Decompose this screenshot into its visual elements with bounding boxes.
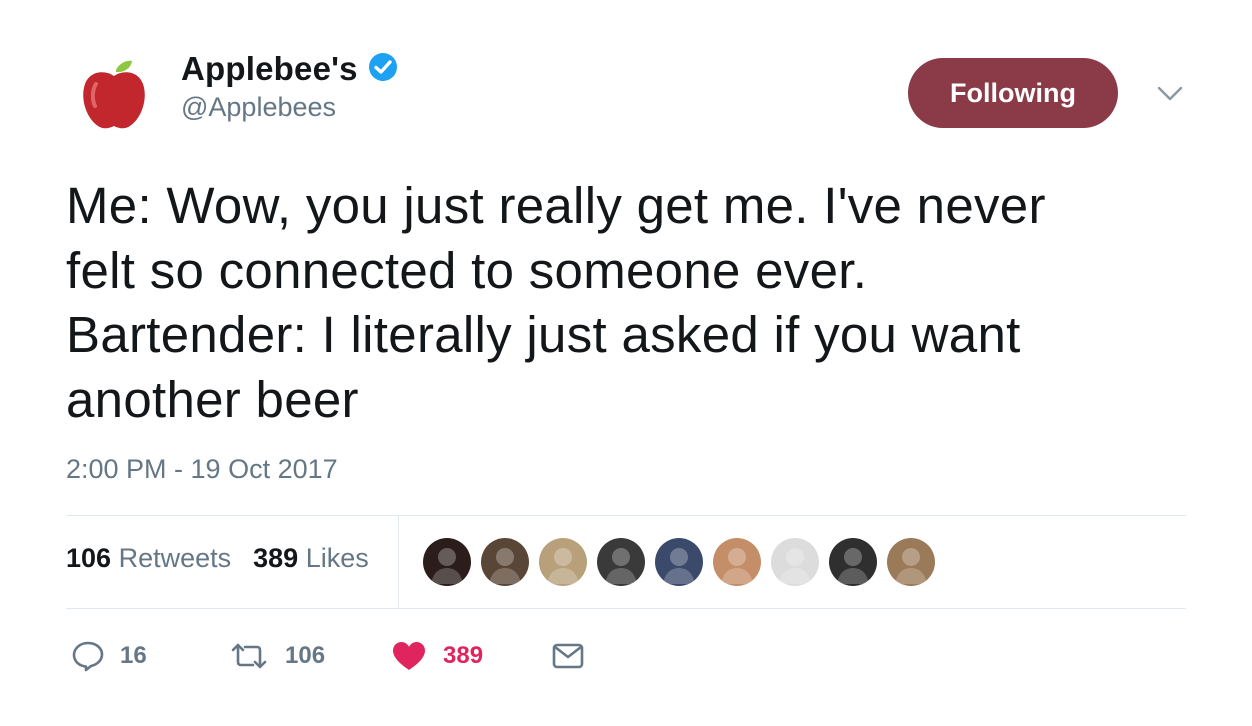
- user-avatar-icon: [547, 548, 579, 584]
- reply-count: 16: [120, 642, 147, 669]
- user-avatar-icon: [431, 548, 463, 584]
- liker-avatar[interactable]: [539, 538, 587, 586]
- apple-logo-icon: [83, 60, 145, 129]
- user-avatar-icon: [895, 548, 927, 584]
- user-avatar-icon: [837, 548, 869, 584]
- stats-divider: [398, 515, 399, 609]
- liker-avatar[interactable]: [713, 538, 761, 586]
- divider: [66, 515, 1186, 516]
- user-avatar-icon: [721, 548, 753, 584]
- reply-icon: [72, 641, 104, 672]
- envelope-icon: [552, 643, 584, 669]
- tweet-text-line: Me: Wow, you just really get me. I've ne…: [66, 177, 1046, 234]
- likes-stat[interactable]: 389 Likes: [253, 543, 369, 573]
- liker-avatar[interactable]: [597, 538, 645, 586]
- heart-icon: [393, 642, 425, 670]
- tweet-text-line: felt so connected to someone ever.: [66, 241, 868, 299]
- direct-message-button[interactable]: [552, 634, 584, 678]
- following-button[interactable]: Following: [908, 58, 1118, 128]
- retweets-count: 106: [66, 543, 112, 573]
- tweet-text-line: another beer: [66, 370, 359, 428]
- liker-avatar[interactable]: [481, 538, 529, 586]
- user-avatar-icon: [779, 548, 811, 584]
- likes-label: Likes: [305, 543, 369, 573]
- user-handle[interactable]: @Applebees: [181, 92, 398, 123]
- likes-count: 389: [253, 543, 299, 573]
- liker-avatar[interactable]: [771, 538, 819, 586]
- liker-avatar[interactable]: [829, 538, 877, 586]
- tweet-timestamp[interactable]: 2:00 PM - 19 Oct 2017: [66, 454, 338, 485]
- display-name[interactable]: Applebee's: [181, 50, 358, 88]
- retweets-stat[interactable]: 106 Retweets: [66, 543, 231, 573]
- avatar[interactable]: [76, 56, 152, 132]
- liker-avatar[interactable]: [423, 538, 471, 586]
- chevron-down-icon[interactable]: [1156, 82, 1184, 106]
- liker-avatar[interactable]: [887, 538, 935, 586]
- reply-button[interactable]: 16: [72, 634, 147, 678]
- divider: [66, 608, 1186, 609]
- like-button[interactable]: 389: [391, 634, 483, 678]
- user-avatar-icon: [663, 548, 695, 584]
- verified-badge-icon: [369, 53, 398, 81]
- retweet-icon: [231, 643, 267, 669]
- retweet-count: 106: [285, 642, 326, 669]
- account-header[interactable]: Applebee's @Applebees: [181, 50, 398, 123]
- tweet-text-line: Bartender: I literally just asked if you…: [66, 306, 1021, 363]
- retweets-label: Retweets: [118, 543, 232, 573]
- retweet-button[interactable]: 106: [229, 634, 325, 678]
- liker-avatar[interactable]: [655, 538, 703, 586]
- user-avatar-icon: [605, 548, 637, 584]
- user-avatar-icon: [489, 548, 521, 584]
- like-count: 389: [443, 642, 484, 669]
- tweet-text: Me: Wow, you just really get me. I've ne…: [66, 174, 1186, 432]
- tweet-stats: 106 Retweets 389 Likes: [66, 543, 369, 574]
- tweet-actions: 16 106 389: [0, 634, 1252, 678]
